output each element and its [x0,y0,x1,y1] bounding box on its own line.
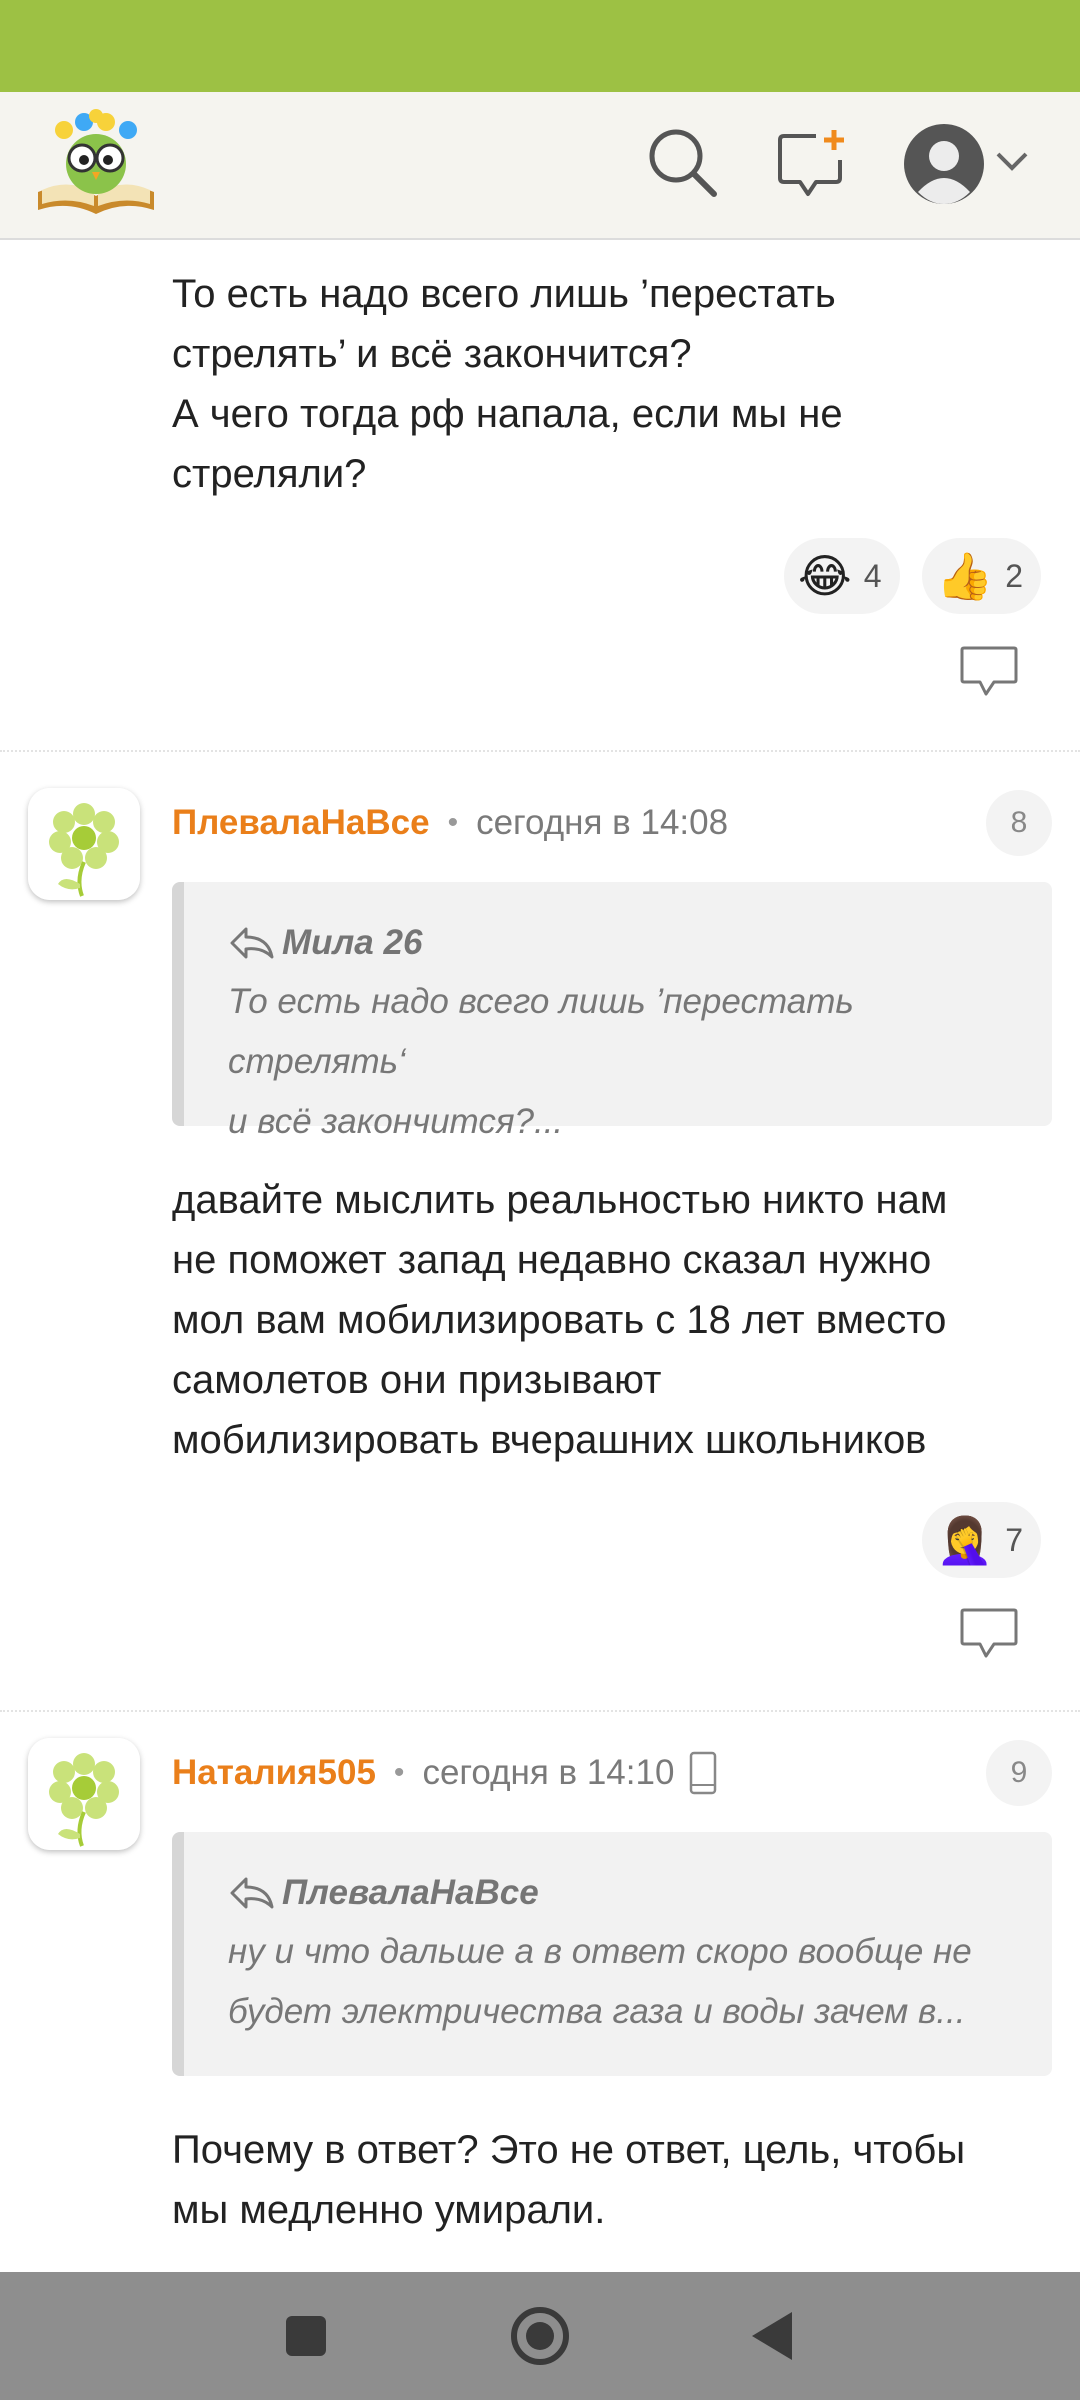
author-name[interactable]: Наталия505 [172,1753,376,1793]
comment-line: самолетов они призывают [172,1358,662,1402]
quote-header: ПлевалаНаВсе [228,1868,1012,1918]
reaction-count: 7 [1005,1521,1024,1558]
comment-text: То есть надо всего лишь ’перестать стрел… [172,264,1052,504]
quote-author: Мила 26 [282,923,423,962]
meta-separator: • [447,806,459,839]
comment-line: не поможет запад недавно сказал нужно [172,1238,932,1282]
facepalm-emoji-icon: 🤦‍♀️ [936,1514,994,1566]
chevron-down-icon[interactable] [994,146,1030,176]
comment-line: То есть надо всего лишь ’перестать [172,272,836,316]
search-icon[interactable] [646,126,718,198]
avatar[interactable] [28,1738,140,1850]
quote-author: ПлевалаНаВсе [282,1873,539,1912]
app-header [0,92,1080,240]
comment-text: давайте мыслить реальностью никто нам не… [172,1170,1052,1470]
quote-header: Мила 26 [228,918,1012,968]
status-bar [0,0,1080,92]
quoted-reply[interactable]: ПлевалаНаВсе ну и что дальше а в ответ с… [172,1832,1052,2076]
comment-divider [0,1710,1080,1712]
reaction-count: 2 [1005,557,1024,594]
quote-line: будет электричества газа и воды зачем в.… [228,1992,966,2031]
mobile-phone-icon [690,1751,717,1795]
comment-line: стреляли? [172,452,367,496]
system-navigation-bar [0,2272,1080,2400]
reaction-laugh[interactable]: 😂 4 [784,538,900,614]
comment-meta: Наталия505 • сегодня в 14:10 [172,1748,718,1798]
comment-time: сегодня в 14:10 [422,1753,675,1792]
owl-book-logo-icon[interactable] [34,106,158,220]
flower-avatar-icon [28,788,140,900]
reply-comment-icon[interactable] [958,1606,1020,1662]
comment-line: давайте мыслить реальностью никто нам [172,1178,948,1222]
quoted-reply[interactable]: Мила 26 То есть надо всего лишь ’переста… [172,882,1052,1141]
quote-line: То есть надо всего лишь ’перестать стрел… [228,982,854,1081]
reaction-facepalm[interactable]: 🤦‍♀️ 7 [922,1502,1042,1578]
reply-arrow-icon [230,1877,274,1909]
reaction-thumbs-up[interactable]: 👍 2 [922,538,1042,614]
quote-line: ну и что дальше а в ответ скоро вообще н… [228,1932,972,1971]
quote-text: ну и что дальше а в ответ скоро вообще н… [228,1922,1012,2042]
comments-feed: То есть надо всего лишь ’перестать стрел… [0,240,1080,2272]
comment-line: мобилизировать вчерашних школьников [172,1418,927,1462]
comment-time: сегодня в 14:08 [476,803,729,842]
reply-comment-icon[interactable] [958,644,1020,700]
comment-number-badge: 9 [986,1740,1052,1806]
comment-line: А чего тогда рф напала, если мы не [172,392,843,436]
comment-line: стрелять’ и всё закончится? [172,332,692,376]
reaction-count: 4 [863,557,882,594]
reply-arrow-icon [230,927,274,959]
quote-text: То есть надо всего лишь ’перестать стрел… [228,972,1012,1152]
new-message-icon[interactable] [776,128,848,200]
comment-text: Почему в ответ? Это не ответ, цель, чтоб… [172,2120,1052,2240]
thumbs-up-emoji-icon: 👍 [936,550,994,602]
circle-home-icon[interactable] [500,2296,580,2376]
user-avatar-icon[interactable] [902,122,986,206]
avatar[interactable] [28,788,140,900]
quote-line: и всё закончится?... [228,1102,564,1141]
square-recents-icon[interactable] [266,2296,346,2376]
comment-number-badge: 8 [986,790,1052,856]
comment-line: Почему в ответ? Это не ответ, цель, чтоб… [172,2128,966,2172]
laughing-emoji-icon: 😂 [798,550,852,602]
comment-divider [0,750,1080,752]
flower-avatar-icon [28,1738,140,1850]
comment-meta: ПлевалаНаВсе • сегодня в 14:08 [172,798,728,848]
meta-separator: • [393,1756,405,1789]
comment-line: мол вам мобилизировать с 18 лет вместо [172,1298,947,1342]
comment-line: мы медленно умирали. [172,2188,606,2232]
author-name[interactable]: ПлевалаНаВсе [172,803,430,843]
triangle-back-icon[interactable] [734,2296,814,2376]
